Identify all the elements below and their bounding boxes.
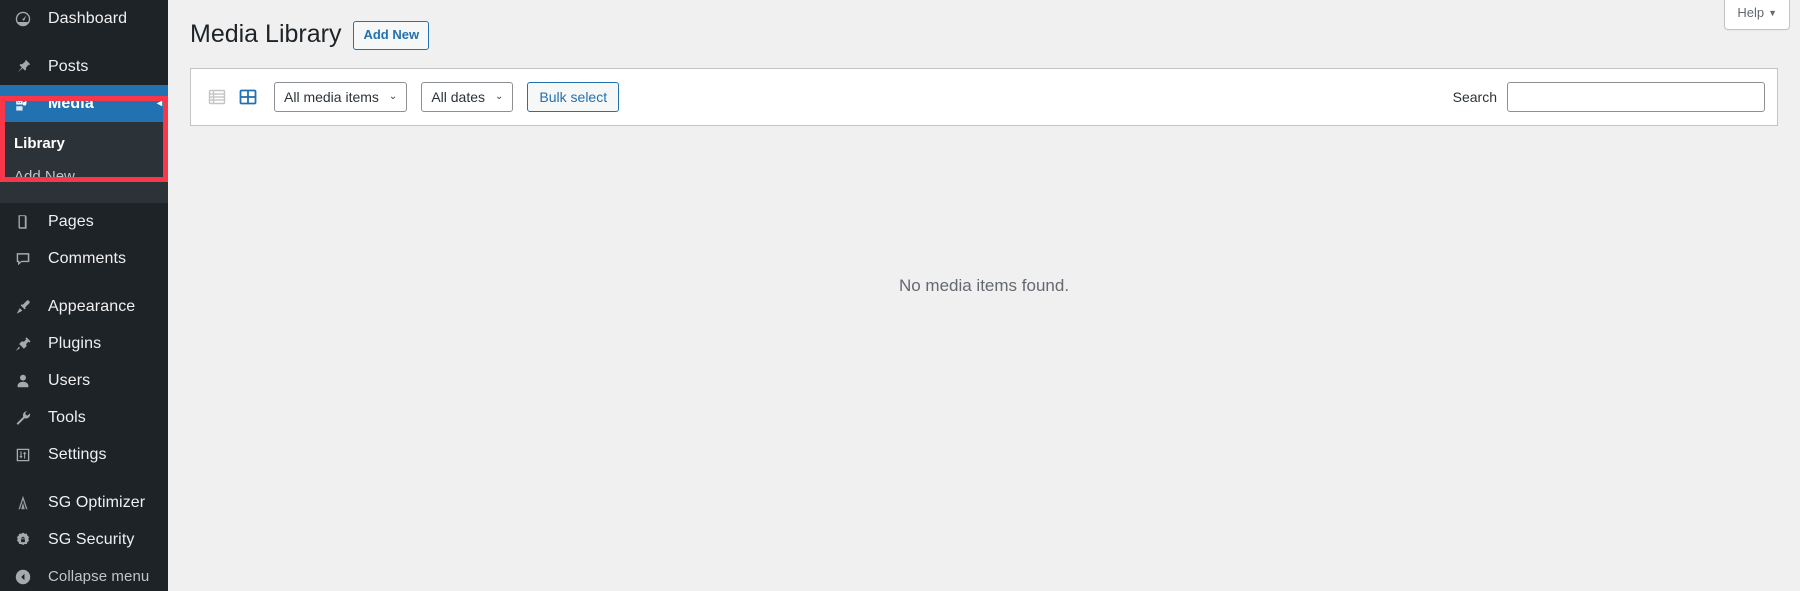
submenu-item-library[interactable]: Library — [0, 128, 168, 161]
help-tab-container: Help ▼ — [1724, 0, 1790, 30]
media-toolbar: All media items ⌄ All dates ⌄ Bulk selec… — [190, 67, 1778, 126]
date-filter[interactable]: All dates ⌄ — [421, 81, 514, 112]
page-document-icon — [14, 213, 38, 231]
collapse-menu-button[interactable]: Collapse menu — [0, 558, 168, 591]
media-camera-icon — [14, 95, 38, 113]
sidebar-item-label: Tools — [48, 408, 86, 426]
sg-security-shield-icon — [14, 531, 38, 549]
add-new-button[interactable]: Add New — [353, 20, 430, 50]
sidebar-separator — [0, 473, 168, 484]
chevron-left-icon: ◂ — [156, 97, 162, 109]
collapse-arrow-icon — [14, 568, 38, 586]
chevron-down-icon: ⌄ — [388, 91, 398, 102]
sidebar-separator — [0, 37, 168, 48]
sidebar-item-label: SG Security — [48, 530, 135, 548]
sidebar-item-dashboard[interactable]: Dashboard — [0, 0, 168, 37]
user-icon — [14, 372, 38, 390]
media-submenu: Library Add New — [0, 122, 168, 203]
sidebar-item-label: Media — [48, 94, 94, 112]
sidebar-separator — [0, 277, 168, 288]
sidebar-item-label: Users — [48, 371, 91, 389]
pushpin-icon — [14, 58, 38, 76]
sidebar-item-label: Appearance — [48, 297, 136, 315]
media-type-filter-value: All media items — [284, 88, 379, 105]
chevron-down-icon: ▼ — [1768, 8, 1777, 18]
sidebar-item-users[interactable]: Users — [0, 362, 168, 399]
sg-optimizer-icon — [14, 494, 38, 512]
toolbar-filters: All media items ⌄ All dates ⌄ Bulk selec… — [274, 81, 620, 112]
dashboard-gauge-icon — [14, 10, 38, 28]
sidebar-item-pages[interactable]: Pages — [0, 203, 168, 240]
bulk-select-button[interactable]: Bulk select — [527, 81, 620, 112]
search-area: Search — [1452, 81, 1765, 112]
admin-sidebar: Dashboard Posts Media ◂ Library Add New … — [0, 0, 168, 591]
empty-state-text: No media items found. — [898, 275, 1070, 295]
page-title: Media Library — [190, 20, 342, 48]
sidebar-item-plugins[interactable]: Plugins — [0, 325, 168, 362]
wrench-icon — [14, 409, 38, 427]
list-view-icon[interactable] — [203, 83, 231, 111]
sidebar-item-media[interactable]: Media ◂ — [0, 85, 168, 122]
sidebar-item-settings[interactable]: Settings — [0, 436, 168, 473]
sidebar-item-sg-optimizer[interactable]: SG Optimizer — [0, 484, 168, 521]
media-type-filter[interactable]: All media items ⌄ — [274, 81, 408, 112]
sidebar-item-label: Settings — [48, 445, 107, 463]
sidebar-item-label: Dashboard — [48, 9, 128, 27]
sidebar-item-label: Plugins — [48, 334, 102, 352]
help-tab[interactable]: Help ▼ — [1724, 0, 1790, 30]
date-filter-value: All dates — [431, 88, 486, 105]
grid-view-icon[interactable] — [234, 83, 262, 111]
search-input[interactable] — [1507, 81, 1765, 112]
settings-sliders-icon — [14, 446, 38, 464]
sidebar-item-label: Posts — [48, 57, 89, 75]
main-content: Help ▼ Media Library Add New All media i… — [168, 0, 1800, 591]
sidebar-item-label: SG Optimizer — [48, 493, 146, 511]
comment-bubble-icon — [14, 250, 38, 268]
wordpress-admin-screen: Dashboard Posts Media ◂ Library Add New … — [0, 0, 1800, 591]
sidebar-item-appearance[interactable]: Appearance — [0, 288, 168, 325]
sidebar-item-tools[interactable]: Tools — [0, 399, 168, 436]
collapse-menu-label: Collapse menu — [48, 568, 150, 585]
page-header: Media Library Add New — [168, 0, 1800, 51]
sidebar-item-label: Pages — [48, 212, 94, 230]
empty-state-message: No media items found. — [190, 126, 1778, 446]
sidebar-item-posts[interactable]: Posts — [0, 48, 168, 85]
submenu-item-add-new[interactable]: Add New — [0, 161, 168, 194]
sidebar-item-sg-security[interactable]: SG Security — [0, 521, 168, 558]
search-label: Search — [1452, 88, 1497, 105]
view-switcher — [203, 83, 262, 111]
help-tab-label: Help — [1737, 5, 1765, 20]
paintbrush-icon — [14, 298, 38, 316]
chevron-down-icon: ⌄ — [495, 91, 504, 102]
plug-icon — [14, 335, 38, 353]
sidebar-item-label: Comments — [48, 249, 127, 267]
sidebar-item-comments[interactable]: Comments — [0, 240, 168, 277]
